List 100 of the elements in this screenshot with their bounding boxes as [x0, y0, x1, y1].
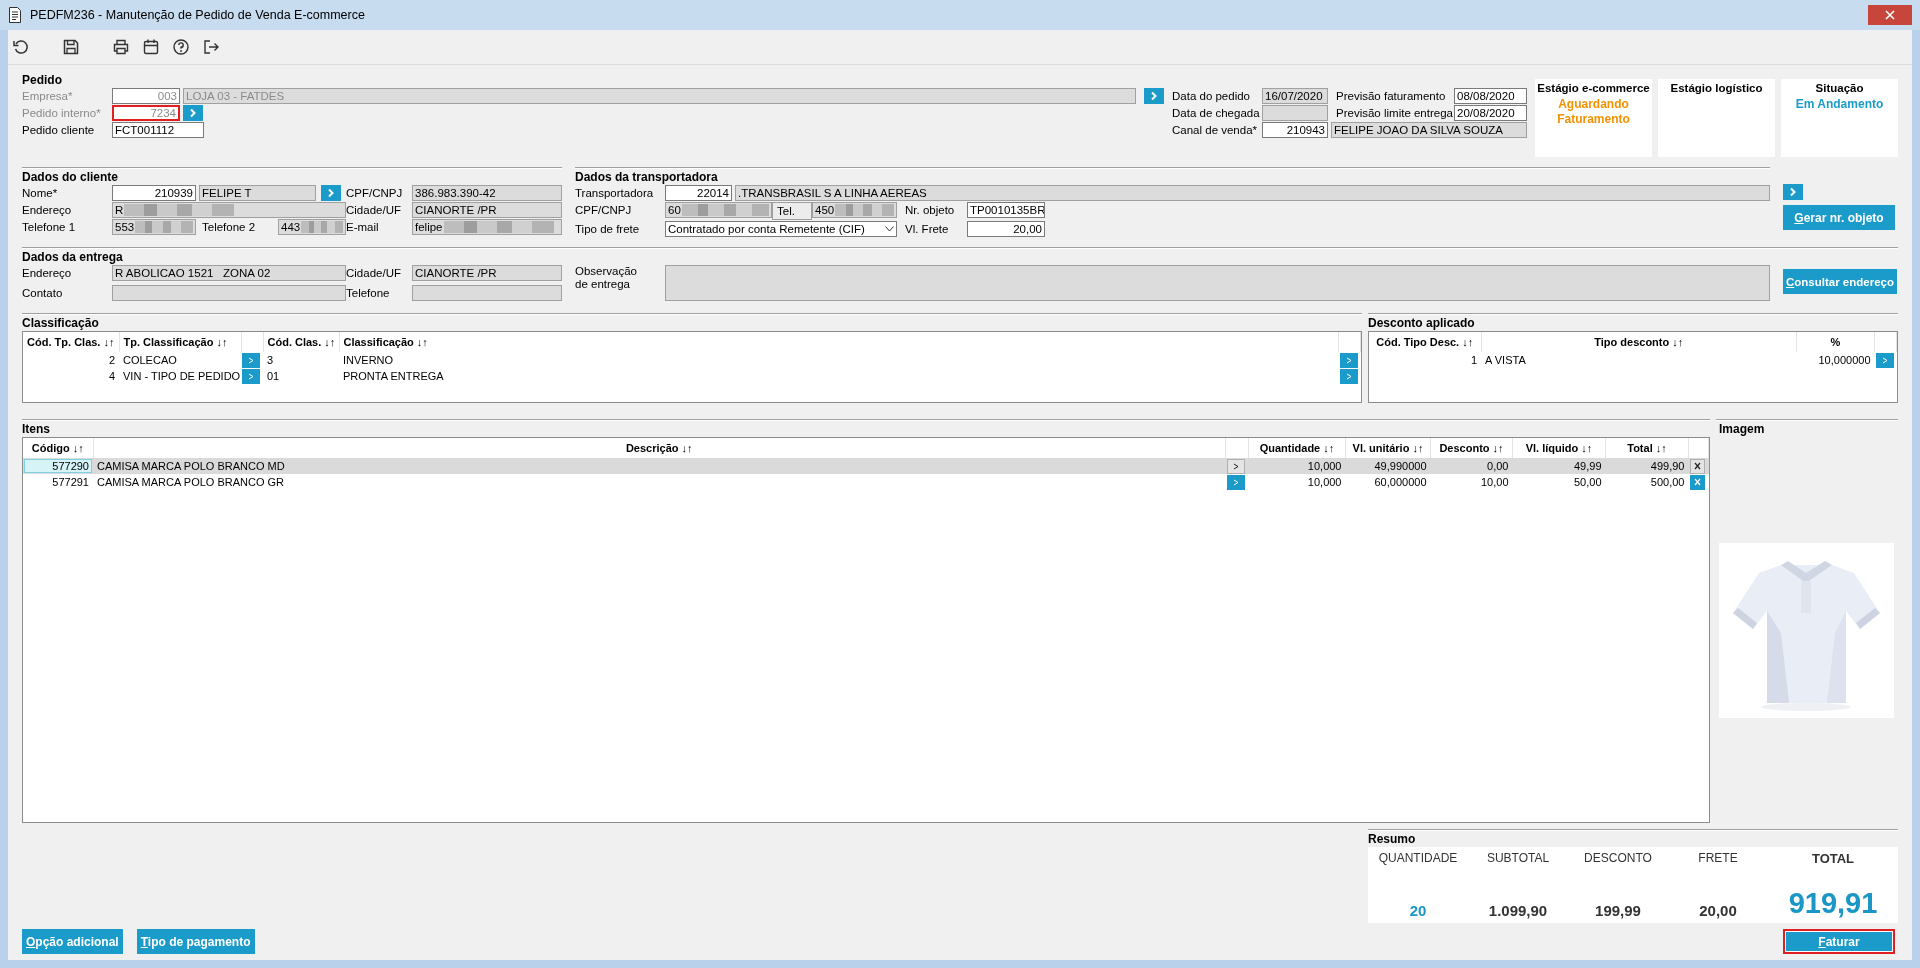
table-cell: COLECAO	[123, 354, 177, 366]
table-cell: 2	[108, 354, 115, 366]
table-cell: INVERNO	[343, 354, 394, 366]
next-button[interactable]	[321, 185, 341, 201]
table-cell: 49,990000	[1374, 460, 1427, 472]
close-icon	[1693, 478, 1701, 486]
text-field[interactable]: 210943	[1262, 122, 1328, 138]
summary-label: QUANTIDADE	[1378, 851, 1458, 865]
next-button[interactable]	[1144, 88, 1164, 104]
text-field[interactable]	[665, 265, 1770, 301]
table-cell: 0,00	[1487, 460, 1509, 472]
field-label: Empresa*	[22, 89, 74, 104]
table-cell: 10,00	[1480, 476, 1509, 488]
column-header[interactable]: Cód. Tp. Clas. ↓↑	[23, 332, 119, 352]
close-button[interactable]	[1868, 5, 1912, 25]
field-label: Data do pedido	[1172, 89, 1251, 104]
table-cell: 60,000000	[1374, 476, 1427, 488]
table-cell: 4	[108, 370, 115, 382]
summary-value: 919,91	[1788, 887, 1878, 919]
text-field[interactable]: 386.983.390-42	[412, 185, 562, 201]
table-cell: 01	[267, 370, 280, 382]
table-cell: 10,000	[1307, 476, 1342, 488]
open-button[interactable]	[242, 368, 260, 384]
field-label: Vl. Frete	[905, 223, 949, 235]
open-button[interactable]	[242, 352, 260, 368]
table-cell: 577290	[24, 459, 92, 473]
next-button[interactable]	[1783, 184, 1803, 200]
field-label: Contato	[22, 286, 64, 301]
table-cell: 577291	[52, 476, 89, 488]
field-label: Previsão faturamento	[1336, 90, 1446, 102]
chevron-icon	[188, 108, 198, 118]
field-label: Data de chegada	[1172, 106, 1261, 121]
delete-button[interactable]	[1689, 458, 1705, 474]
table-cell: 499,90	[1650, 460, 1685, 472]
open-button[interactable]	[1226, 458, 1245, 474]
field-label: Endereço	[22, 266, 73, 281]
text-field[interactable]: FELIPE JOAO DA SILVA SOUZA	[1331, 122, 1527, 138]
text-field[interactable]: R ABOLICAO 1521 ZONA 02	[112, 265, 346, 281]
field-label: Previsão limite entrega	[1336, 107, 1453, 119]
field-label: E-mail	[346, 220, 380, 235]
summary-value: 1.099,90	[1488, 902, 1548, 919]
field-label: Telefone 1	[22, 220, 77, 235]
open-button[interactable]	[1875, 352, 1894, 368]
text-field[interactable]: 553	[112, 219, 196, 235]
status-value: Aguardando Faturamento	[1556, 96, 1631, 127]
section-heading: Pedido	[22, 73, 63, 88]
caret-icon	[885, 226, 894, 232]
text-field[interactable]: CIANORTE /PR	[412, 265, 562, 281]
text-field[interactable]: 60	[665, 202, 772, 218]
field-label: Telefone	[346, 286, 391, 301]
open-button[interactable]	[1226, 474, 1245, 490]
table-cell: 3	[267, 354, 274, 366]
column-header[interactable]: %	[1796, 332, 1875, 352]
text-field[interactable]: 443	[278, 219, 346, 235]
status-title: Situação	[1815, 81, 1864, 96]
text-field[interactable]: 450	[812, 202, 897, 218]
status-title: Estágio logístico	[1670, 81, 1763, 96]
table-cell: A VISTA	[1485, 354, 1526, 366]
section-heading: Resumo	[1368, 832, 1417, 847]
table-cell: CAMISA MARCA POLO BRANCO GR	[97, 476, 285, 488]
summary-label: DESCONTO	[1584, 851, 1652, 865]
next-button[interactable]	[183, 105, 203, 121]
text-field[interactable]: .TRANSBRASIL S A LINHA AEREAS	[735, 185, 1770, 201]
text-field[interactable]: 08/08/2020	[1454, 88, 1527, 104]
text-field[interactable]: CIANORTE /PR	[412, 202, 562, 218]
status-value: Em Andamento	[1795, 96, 1884, 112]
text-field[interactable]: 20,00	[967, 221, 1045, 237]
text-field[interactable]	[112, 285, 346, 301]
open-button[interactable]	[1339, 352, 1358, 368]
text-field[interactable]: 20/08/2020	[1454, 105, 1527, 121]
table-cell: 50,00	[1573, 476, 1602, 488]
text-field[interactable]	[412, 285, 562, 301]
text-field[interactable]: 16/07/2020	[1262, 88, 1328, 104]
text-field[interactable]: 22014	[665, 185, 732, 201]
summary-label: TOTAL	[1811, 851, 1855, 866]
table-row[interactable]: 577291 CAMISA MARCA POLO BRANCO GR 10,000 60,000000 10,00 50,00 500,00	[23, 474, 1709, 490]
summary-label: FRETE	[1698, 851, 1738, 865]
column-header[interactable]: Classificação ↓↑	[339, 332, 1339, 352]
column-header[interactable]: Cód. Tipo Desc. ↓↑	[1369, 332, 1481, 352]
table-cell: 10,000	[1307, 460, 1342, 472]
text-field[interactable]: FCT001112	[112, 122, 204, 138]
text-field[interactable]: R	[112, 202, 346, 218]
column-header[interactable]: Tipo desconto ↓↑	[1481, 332, 1797, 352]
table-cell: 49,99	[1573, 460, 1602, 472]
help-icon[interactable]	[170, 36, 192, 58]
chevron-icon	[1881, 356, 1888, 364]
chevron-icon	[1149, 91, 1159, 101]
text-field[interactable]: FELIPE T	[199, 185, 316, 201]
column-header[interactable]: Tp. Classificação ↓↑	[119, 332, 241, 352]
dropdown-field[interactable]: Contratado por conta Remetente (CIF)	[665, 221, 897, 237]
text-field[interactable]	[1262, 105, 1328, 121]
text-field[interactable]: 210939	[112, 185, 196, 201]
text-field[interactable]: felipe	[412, 219, 562, 235]
field-label: Nome*	[22, 186, 59, 201]
chevron-icon	[1788, 187, 1798, 197]
open-button[interactable]	[1339, 368, 1358, 384]
field-label: Cidade/UF	[346, 203, 402, 218]
column-header[interactable]: Cód. Clas. ↓↑	[263, 332, 339, 352]
field-label: Transportadora	[575, 186, 655, 201]
table-cell: CAMISA MARCA POLO BRANCO MD	[97, 460, 285, 472]
